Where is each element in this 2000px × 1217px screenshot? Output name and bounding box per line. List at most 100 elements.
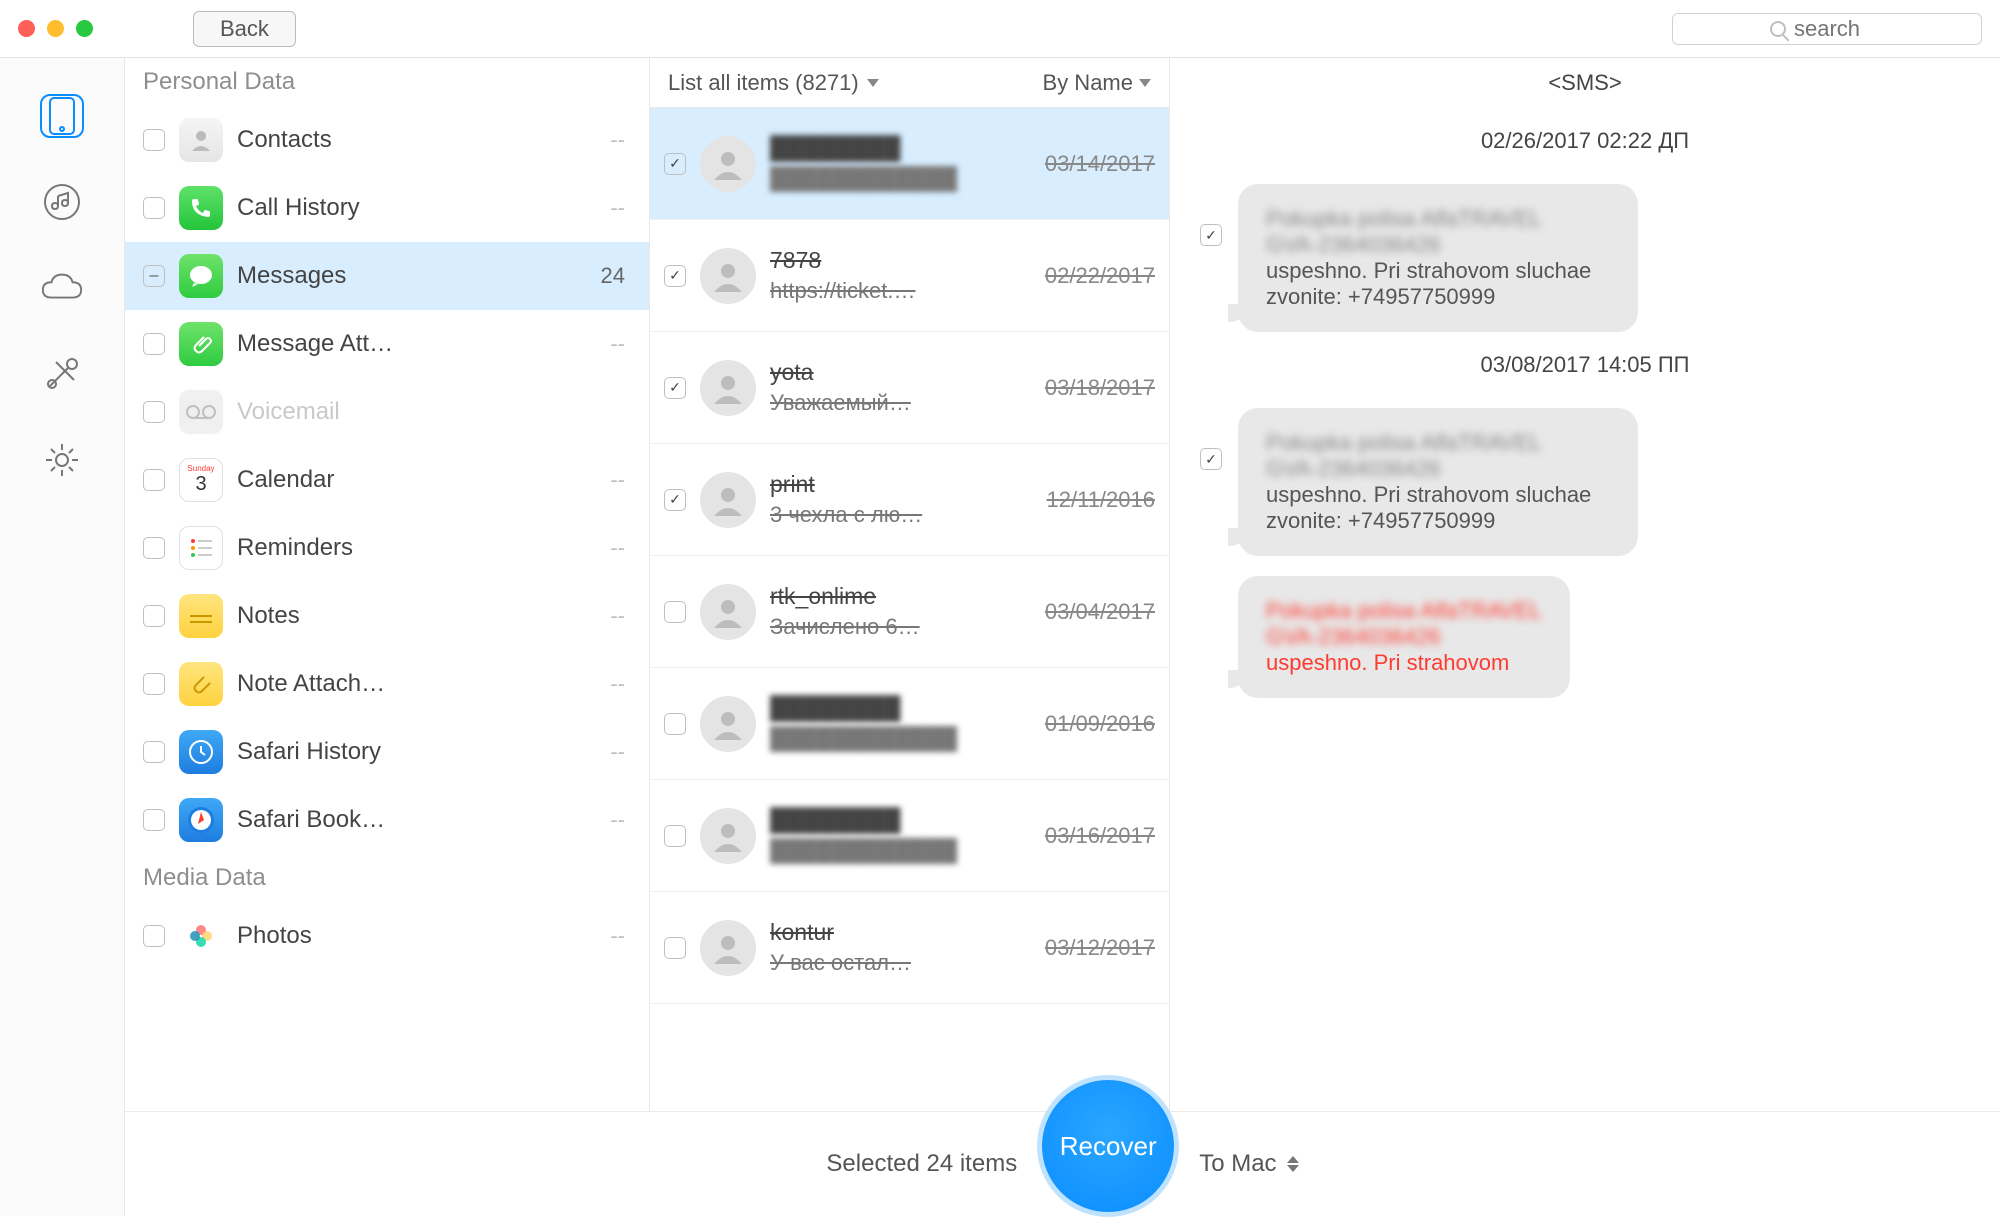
message-date: 03/14/2017 — [1045, 151, 1155, 177]
blurred-line: Pokupka polisa AlfaTRAVEL — [1266, 206, 1610, 232]
iconbar-cloud[interactable] — [40, 266, 84, 310]
bottom-bar: Selected 24 items Recover To Mac — [125, 1111, 2000, 1216]
message-row[interactable]: ████████ ████████████ 01/09/2016 — [650, 668, 1169, 780]
message-row[interactable]: ✓ yota Уважаемый… 03/18/2017 — [650, 332, 1169, 444]
close-window-icon[interactable] — [18, 20, 35, 37]
safari-history-icon — [179, 730, 223, 774]
category-count: -- — [610, 467, 625, 493]
category-photos[interactable]: Photos -- — [125, 902, 649, 970]
checkbox[interactable] — [143, 741, 165, 763]
reminders-icon — [179, 526, 223, 570]
iconbar-device[interactable] — [40, 94, 84, 138]
minimize-window-icon[interactable] — [47, 20, 64, 37]
checkbox[interactable] — [143, 605, 165, 627]
avatar — [700, 696, 756, 752]
category-count: -- — [610, 671, 625, 697]
recover-button[interactable]: Recover — [1037, 1075, 1179, 1217]
message-date: 03/18/2017 — [1045, 375, 1155, 401]
category-safari-bookmarks[interactable]: Safari Book… -- — [125, 786, 649, 854]
calendar-icon: Sunday3 — [179, 458, 223, 502]
message-date: 03/12/2017 — [1045, 935, 1155, 961]
message-row[interactable]: ████████ ████████████ 03/16/2017 — [650, 780, 1169, 892]
message-date: 12/11/2016 — [1047, 487, 1155, 513]
checkbox[interactable] — [143, 469, 165, 491]
checkbox[interactable]: ✓ — [1200, 448, 1222, 470]
avatar — [700, 360, 756, 416]
iconbar-settings[interactable] — [40, 438, 84, 482]
message-row[interactable]: ✓ print 3 чехла с лю… 12/11/2016 — [650, 444, 1169, 556]
category-label: Notes — [237, 602, 596, 630]
sort-dropdown[interactable]: By Name — [1043, 70, 1151, 96]
message-row[interactable]: kontur У вас остал… 03/12/2017 — [650, 892, 1169, 1004]
checkbox-partial[interactable]: – — [143, 265, 165, 287]
filter-dropdown[interactable]: List all items (8271) — [668, 70, 1043, 96]
note-attachment-icon — [179, 662, 223, 706]
category-notes[interactable]: Notes -- — [125, 582, 649, 650]
category-contacts[interactable]: Contacts -- — [125, 106, 649, 174]
avatar — [700, 136, 756, 192]
blurred-line: GVA-2364036426 — [1266, 232, 1610, 258]
blurred-line: GVA-2364036426 — [1266, 456, 1610, 482]
message-preview: https://ticket.… — [770, 278, 1031, 304]
message-date: 02/22/2017 — [1045, 263, 1155, 289]
checkbox[interactable]: ✓ — [664, 265, 686, 287]
checkbox[interactable] — [143, 809, 165, 831]
message-list: ✓ ████████ ████████████ 03/14/2017 ✓ 787… — [650, 108, 1169, 1216]
window-controls — [18, 20, 93, 37]
checkbox[interactable]: ✓ — [664, 153, 686, 175]
category-label: Message Att… — [237, 330, 596, 358]
back-button[interactable]: Back — [193, 11, 296, 47]
checkbox[interactable] — [143, 673, 165, 695]
destination-selector[interactable]: To Mac — [1199, 1150, 1298, 1178]
category-header-media: Media Data — [125, 854, 649, 902]
message-row[interactable]: ✓ ████████ ████████████ 03/14/2017 — [650, 108, 1169, 220]
blurred-line: Pokupka polisa AlfaTRAVEL — [1266, 598, 1542, 624]
checkbox[interactable] — [664, 601, 686, 623]
detail-column: <SMS> 02/26/2017 02:22 ДП ✓ Pokupka poli… — [1170, 58, 2000, 1216]
category-label: Safari Book… — [237, 806, 596, 834]
category-count: -- — [610, 535, 625, 561]
titlebar: Back — [0, 0, 2000, 58]
category-label: Voicemail — [237, 398, 611, 426]
message-title: rtk_onlime — [770, 583, 1031, 610]
checkbox[interactable] — [664, 937, 686, 959]
category-call-history[interactable]: Call History -- — [125, 174, 649, 242]
message-title: ████████ — [770, 695, 1031, 722]
category-label: Reminders — [237, 534, 596, 562]
message-timestamp: 02/26/2017 02:22 ДП — [1200, 128, 1970, 154]
phone-icon — [179, 186, 223, 230]
detail-body: 02/26/2017 02:22 ДП ✓ Pokupka polisa Alf… — [1170, 108, 2000, 1216]
iconbar-tools[interactable] — [40, 352, 84, 396]
message-row[interactable]: ✓ 7878 https://ticket.… 02/22/2017 — [650, 220, 1169, 332]
checkbox[interactable] — [143, 333, 165, 355]
category-reminders[interactable]: Reminders -- — [125, 514, 649, 582]
checkbox[interactable] — [143, 925, 165, 947]
checkbox[interactable] — [143, 197, 165, 219]
message-preview: Уважаемый… — [770, 390, 1031, 416]
avatar — [700, 920, 756, 976]
category-calendar[interactable]: Sunday3 Calendar -- — [125, 446, 649, 514]
message-row[interactable]: rtk_onlime Зачислено 6… 03/04/2017 — [650, 556, 1169, 668]
checkbox[interactable]: ✓ — [664, 377, 686, 399]
checkbox[interactable] — [143, 129, 165, 151]
message-timestamp: 03/08/2017 14:05 ПП — [1200, 352, 1970, 378]
checkbox[interactable] — [143, 537, 165, 559]
zoom-window-icon[interactable] — [76, 20, 93, 37]
message-preview: У вас остал… — [770, 950, 1031, 976]
category-messages[interactable]: – Messages 24 — [125, 242, 649, 310]
search-field[interactable] — [1672, 13, 1982, 45]
category-count: -- — [610, 807, 625, 833]
category-safari-history[interactable]: Safari History -- — [125, 718, 649, 786]
checkbox[interactable]: ✓ — [1200, 224, 1222, 246]
category-count: -- — [610, 603, 625, 629]
category-note-attachments[interactable]: Note Attach… -- — [125, 650, 649, 718]
category-label: Calendar — [237, 466, 596, 494]
checkbox[interactable] — [664, 825, 686, 847]
category-message-attachments[interactable]: Message Att… -- — [125, 310, 649, 378]
checkbox — [143, 401, 165, 423]
iconbar-media[interactable] — [40, 180, 84, 224]
search-input[interactable] — [1794, 16, 1884, 42]
checkbox[interactable] — [664, 713, 686, 735]
notes-icon — [179, 594, 223, 638]
checkbox[interactable]: ✓ — [664, 489, 686, 511]
